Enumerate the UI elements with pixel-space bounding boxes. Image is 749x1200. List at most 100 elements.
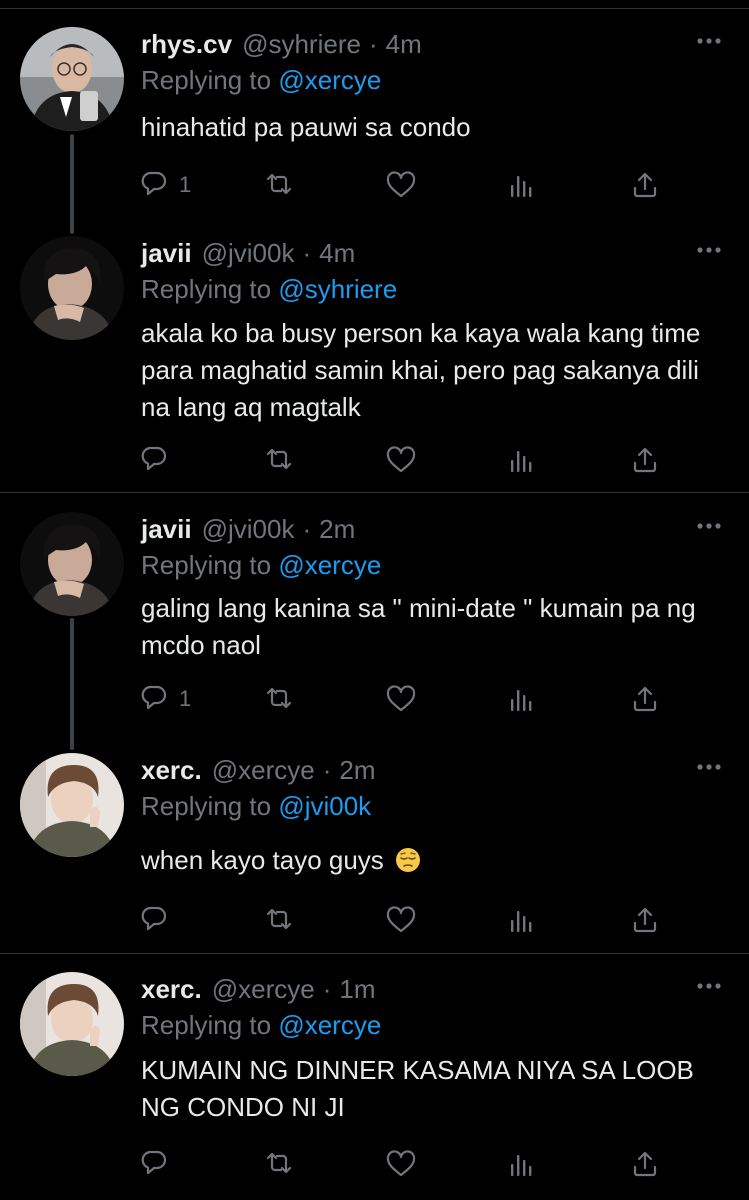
timestamp[interactable]: 4m: [386, 27, 422, 61]
retweet-icon: [266, 908, 292, 930]
action-bar: [141, 1147, 671, 1181]
reply-button[interactable]: [141, 443, 179, 477]
like-button[interactable]: [385, 168, 417, 202]
handle[interactable]: @jvi00k: [202, 236, 295, 270]
separator-dot: ·: [322, 755, 332, 785]
avatar[interactable]: [20, 27, 124, 131]
like-button[interactable]: [385, 903, 417, 937]
tweet-text: galing lang kanina sa " mini-date " kuma…: [141, 593, 696, 660]
reply-icon: [141, 446, 167, 471]
mention-link[interactable]: @xercye: [278, 65, 381, 95]
views-icon: [511, 911, 532, 932]
tweet-text: hinahatid pa pauwi sa condo: [141, 112, 471, 142]
avatar[interactable]: [20, 753, 124, 857]
views-button[interactable]: [508, 682, 536, 716]
reply-icon: [141, 1150, 167, 1175]
share-icon: [633, 686, 657, 712]
reply-icon: [141, 171, 167, 196]
avatar-xerc: [20, 972, 124, 1076]
views-button[interactable]: [508, 443, 536, 477]
reply-count: 1: [179, 172, 192, 197]
views-icon: [511, 176, 532, 197]
avatar-rhys: [20, 27, 124, 131]
tweet-text: when kayo tayo guys: [141, 845, 384, 875]
share-icon: [633, 907, 657, 933]
tweet[interactable]: rhys.cv @syhriere · 4m Replying to @xerc…: [0, 27, 749, 217]
retweet-icon: [266, 687, 292, 709]
reply-button[interactable]: 1: [141, 682, 191, 716]
display-name[interactable]: xerc.: [141, 972, 202, 1006]
tweet-header: javii @jvi00k · 4m: [141, 236, 355, 270]
timestamp[interactable]: 2m: [339, 753, 375, 787]
reply-button[interactable]: [141, 903, 179, 937]
share-button[interactable]: [631, 682, 659, 716]
more-icon[interactable]: [697, 763, 721, 771]
retweet-button[interactable]: [263, 682, 295, 716]
heart-icon: [386, 171, 416, 198]
reply-button[interactable]: 1: [141, 168, 191, 202]
top-divider: [0, 8, 749, 9]
share-button[interactable]: [631, 1147, 659, 1181]
mention-link[interactable]: @xercye: [278, 1010, 381, 1040]
retweet-button[interactable]: [263, 168, 295, 202]
avatar[interactable]: [20, 512, 124, 616]
mention-link[interactable]: @syhriere: [278, 274, 397, 304]
display-name[interactable]: rhys.cv: [141, 27, 232, 61]
retweet-icon: [266, 1152, 292, 1174]
display-name[interactable]: javii: [141, 236, 192, 270]
tweet[interactable]: javii @jvi00k · 4m Replying to @syhriere…: [0, 236, 749, 486]
share-icon: [633, 447, 657, 473]
more-icon[interactable]: [697, 246, 721, 254]
more-icon[interactable]: [697, 37, 721, 45]
avatar[interactable]: [20, 972, 124, 1076]
timestamp[interactable]: 2m: [319, 512, 355, 546]
handle[interactable]: @syhriere: [242, 27, 361, 61]
replying-to: Replying to @syhriere: [141, 272, 397, 306]
reply-button[interactable]: [141, 1147, 179, 1181]
views-button[interactable]: [508, 903, 536, 937]
timestamp[interactable]: 4m: [319, 236, 355, 270]
like-button[interactable]: [385, 443, 417, 477]
tweet-header: javii @jvi00k · 2m: [141, 512, 355, 546]
tweet-header: rhys.cv @syhriere · 4m: [141, 27, 422, 61]
like-button[interactable]: [385, 682, 417, 716]
replying-to-label: Replying to: [141, 274, 272, 304]
tweet-text-container: when kayo tayo guys: [141, 842, 721, 879]
retweet-button[interactable]: [263, 443, 295, 477]
separator-dot: ·: [322, 974, 332, 1004]
views-icon: [511, 451, 532, 472]
separator-dot: ·: [368, 29, 378, 59]
retweet-button[interactable]: [263, 903, 295, 937]
views-button[interactable]: [508, 1147, 536, 1181]
share-button[interactable]: [631, 443, 659, 477]
mention-link[interactable]: @xercye: [278, 550, 381, 580]
retweet-button[interactable]: [263, 1147, 295, 1181]
share-icon: [633, 172, 657, 198]
views-button[interactable]: [508, 168, 536, 202]
replying-to: Replying to @xercye: [141, 63, 381, 97]
handle[interactable]: @jvi00k: [202, 512, 295, 546]
like-button[interactable]: [385, 1147, 417, 1181]
handle[interactable]: @xercye: [212, 753, 315, 787]
more-icon[interactable]: [697, 522, 721, 530]
tweet[interactable]: xerc. @xercye · 2m Replying to @jvi00k w…: [0, 753, 749, 943]
avatar[interactable]: [20, 236, 124, 340]
share-button[interactable]: [631, 903, 659, 937]
tweet-text: akala ko ba busy person ka kaya wala kan…: [141, 318, 701, 422]
display-name[interactable]: javii: [141, 512, 192, 546]
timestamp[interactable]: 1m: [339, 972, 375, 1006]
tweet[interactable]: xerc. @xercye · 1m Replying to @xercye K…: [0, 972, 749, 1192]
avatar-javii: [20, 236, 124, 340]
share-button[interactable]: [631, 168, 659, 202]
retweet-icon: [266, 448, 292, 470]
avatar-xerc: [20, 753, 124, 857]
heart-icon: [386, 685, 416, 712]
mention-link[interactable]: @jvi00k: [278, 791, 371, 821]
action-bar: [141, 443, 671, 477]
tweet[interactable]: javii @jvi00k · 2m Replying to @xercye g…: [0, 512, 749, 722]
more-icon[interactable]: [697, 982, 721, 990]
share-icon: [633, 1151, 657, 1177]
display-name[interactable]: xerc.: [141, 753, 202, 787]
handle[interactable]: @xercye: [212, 972, 315, 1006]
action-bar: [141, 903, 671, 937]
